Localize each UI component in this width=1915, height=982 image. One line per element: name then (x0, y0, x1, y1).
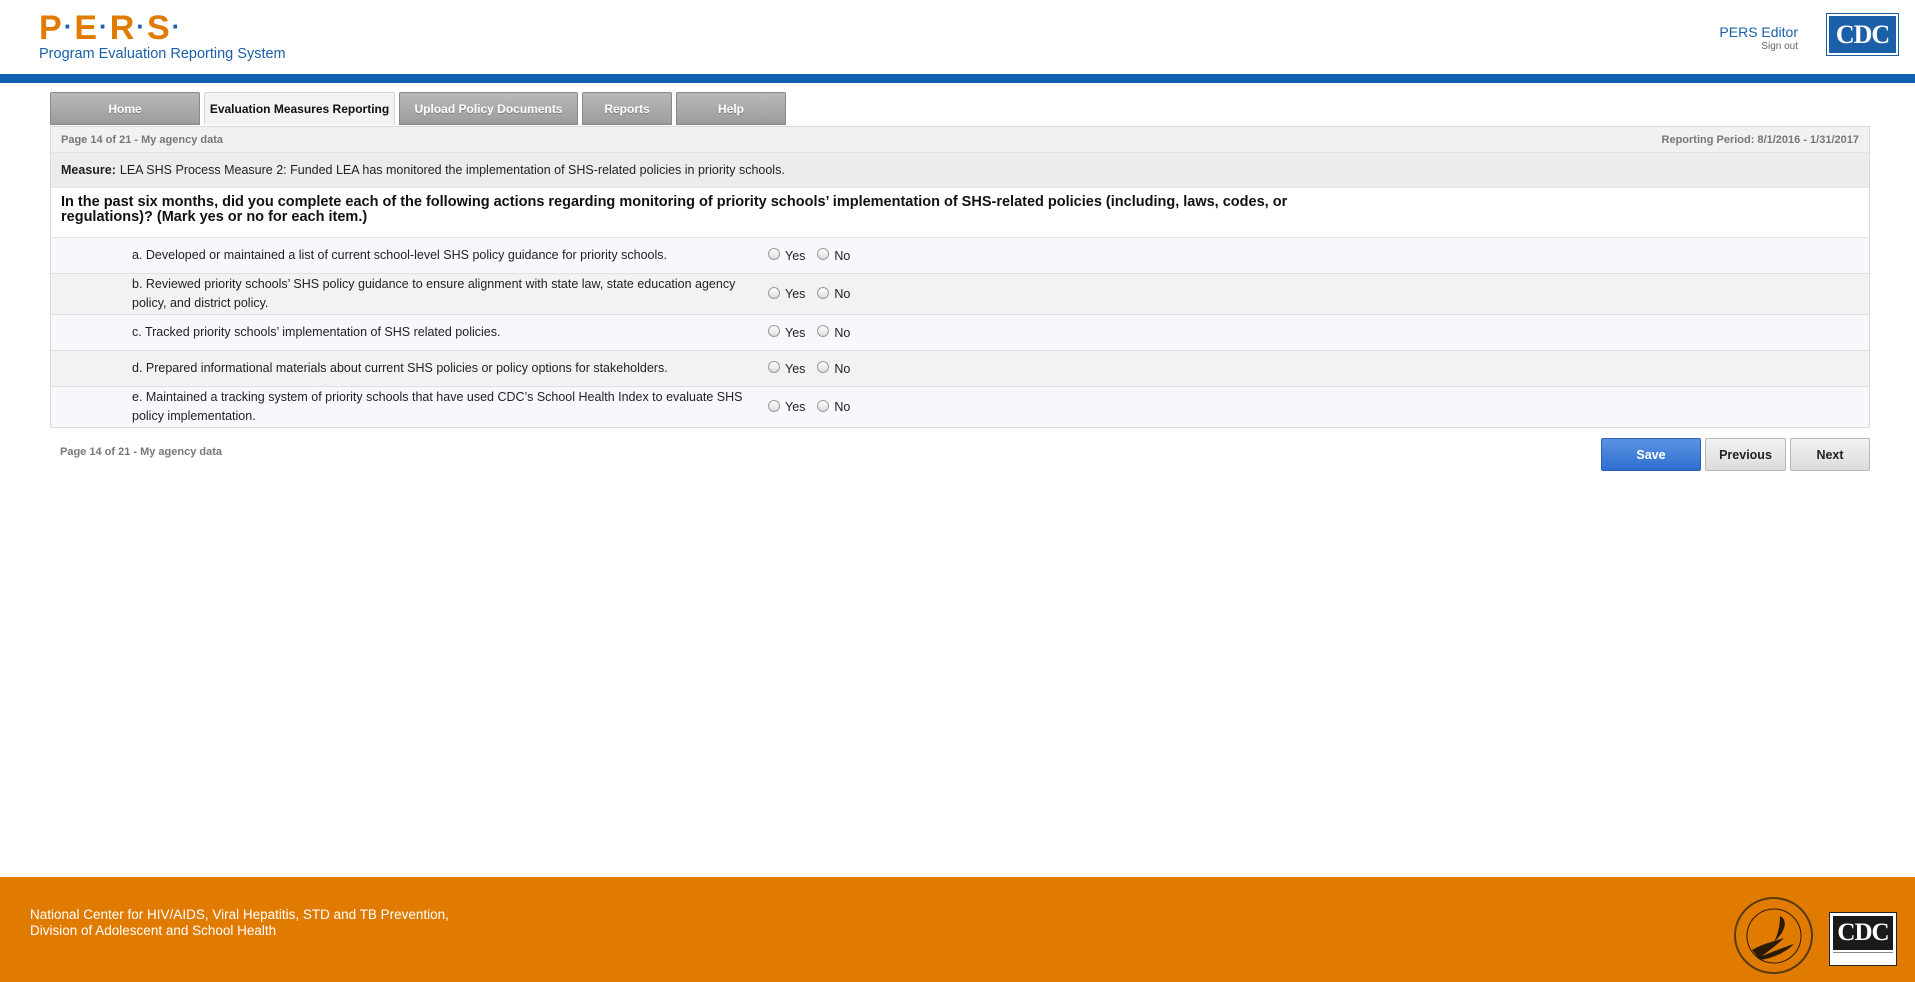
radio-icon[interactable] (768, 399, 780, 412)
next-button[interactable]: Next (1790, 438, 1870, 471)
footer-text: National Center for HIV/AIDS, Viral Hepa… (30, 907, 449, 938)
item-text: a. Developed or maintained a list of cur… (132, 248, 667, 262)
tab-help[interactable]: Help (676, 92, 786, 125)
previous-button[interactable]: Previous (1705, 438, 1786, 471)
radio-icon[interactable] (817, 325, 830, 337)
cdc-logo: CDC (1826, 13, 1899, 56)
question-row: e. Maintained a tracking system of prior… (51, 386, 1869, 427)
question-row: a. Developed or maintained a list of cur… (51, 237, 1869, 273)
no-radio[interactable]: No (817, 399, 850, 414)
question-row: b. Reviewed priority schools’ SHS policy… (51, 273, 1869, 314)
measure-label: Measure: (61, 163, 116, 177)
item-text: b. Reviewed priority schools’ SHS policy… (132, 277, 736, 310)
item-text: c. Tracked priority schools’ implementat… (132, 325, 501, 339)
site-footer: National Center for HIV/AIDS, Viral Hepa… (0, 877, 1915, 982)
user-area: PERS Editor Sign out (1719, 24, 1798, 53)
question-row: c. Tracked priority schools’ implementat… (51, 314, 1869, 350)
no-radio[interactable]: No (817, 325, 850, 340)
tab-home[interactable]: Home (50, 92, 200, 125)
cdc-footer-logo: CDC (1829, 912, 1897, 966)
radio-icon[interactable] (768, 286, 780, 299)
yes-radio[interactable]: Yes (768, 361, 805, 376)
measure-description: Measure: LEA SHS Process Measure 2: Fund… (51, 152, 1869, 187)
question-row: d. Prepared informational materials abou… (51, 350, 1869, 386)
radio-icon[interactable] (768, 361, 780, 373)
pers-logo[interactable]: P·E·R·S· Program Evaluation Reporting Sy… (39, 8, 286, 62)
user-name: PERS Editor (1719, 24, 1798, 40)
pers-logo-mark: P·E·R·S· (39, 9, 182, 47)
reporting-period: Reporting Period: 8/1/2016 - 1/31/2017 (1661, 133, 1859, 146)
measure-text: LEA SHS Process Measure 2: Funded LEA ha… (119, 163, 785, 177)
hhs-seal-icon (1734, 897, 1813, 974)
no-radio[interactable]: No (817, 248, 850, 263)
site-header: P·E·R·S· Program Evaluation Reporting Sy… (0, 0, 1915, 74)
eagle-icon (1746, 908, 1801, 963)
yes-radio[interactable]: Yes (768, 325, 805, 340)
radio-icon[interactable] (817, 248, 830, 260)
header-divider (0, 74, 1915, 83)
no-radio[interactable]: No (817, 361, 850, 376)
measure-form: Page 14 of 21 - My agency data Reporting… (50, 126, 1870, 428)
yes-radio[interactable]: Yes (768, 399, 805, 414)
page-indicator: Page 14 of 21 - My agency data (61, 133, 224, 146)
radio-icon[interactable] (817, 361, 830, 373)
radio-icon[interactable] (817, 286, 830, 299)
yes-radio[interactable]: Yes (768, 248, 805, 263)
no-radio[interactable]: No (817, 286, 850, 301)
tab-reports[interactable]: Reports (582, 92, 672, 125)
item-text: d. Prepared informational materials abou… (132, 361, 668, 375)
yes-radio[interactable]: Yes (768, 286, 805, 301)
question-text: In the past six months, did you complete… (51, 187, 1869, 237)
sign-out-link[interactable]: Sign out (1719, 41, 1798, 53)
form-buttons: Save Previous Next (1597, 438, 1870, 471)
radio-icon[interactable] (768, 248, 780, 260)
main-tabs: Home Evaluation Measures Reporting Uploa… (50, 92, 790, 125)
item-text: e. Maintained a tracking system of prior… (132, 390, 743, 423)
info-bar: Page 14 of 21 - My agency data Reporting… (51, 127, 1869, 152)
page-indicator-bottom: Page 14 of 21 - My agency data (60, 446, 223, 458)
tab-upload-policy-documents[interactable]: Upload Policy Documents (399, 92, 578, 125)
radio-icon[interactable] (768, 325, 780, 337)
logo-subtitle: Program Evaluation Reporting System (39, 46, 286, 62)
tab-evaluation-measures-reporting[interactable]: Evaluation Measures Reporting (204, 92, 395, 125)
save-button[interactable]: Save (1601, 438, 1701, 471)
radio-icon[interactable] (817, 399, 830, 412)
cdc-footer-logo-text: CDC (1833, 916, 1893, 950)
